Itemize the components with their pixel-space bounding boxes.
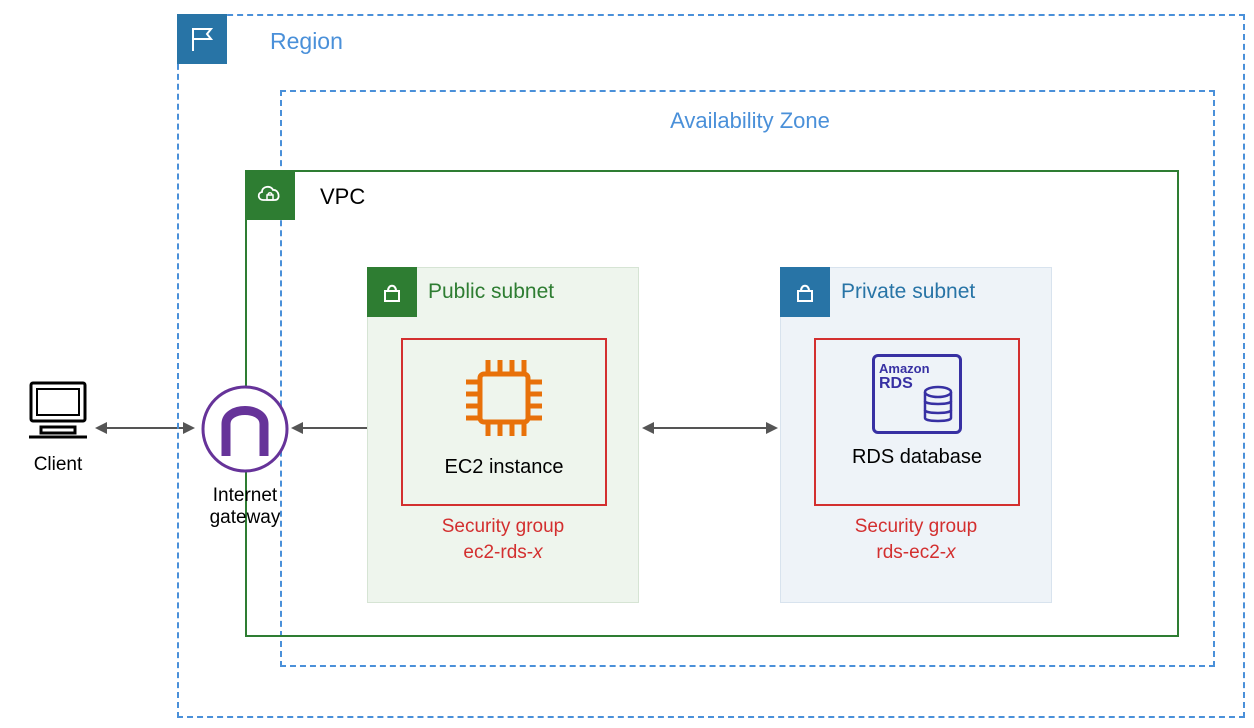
rds-text-top: Amazon xyxy=(879,362,955,375)
private-sg-suffix: x xyxy=(946,542,956,563)
vpc-icon-box xyxy=(245,170,295,220)
rds-label: RDS database xyxy=(816,446,1018,469)
vpc-label: VPC xyxy=(320,184,365,210)
private-sg-label1: Security group xyxy=(781,516,1051,538)
client-label: Client xyxy=(18,454,98,476)
az-label: Availability Zone xyxy=(600,108,900,134)
lock-icon xyxy=(379,279,405,305)
public-sg-suffix: x xyxy=(533,542,543,563)
private-sg-box: Amazon RDS RDS database xyxy=(814,338,1020,506)
public-subnet-box: Public subnet EC2 instance Security grou… xyxy=(367,267,639,603)
ec2-label: EC2 instance xyxy=(403,456,605,479)
arrow-subnets xyxy=(640,418,780,438)
desktop-icon xyxy=(23,375,93,445)
lock-icon xyxy=(792,279,818,305)
database-cylinder-icon xyxy=(921,385,955,427)
cpu-chip-icon xyxy=(456,350,552,446)
public-sg-prefix: ec2-rds- xyxy=(463,542,533,563)
public-sg-label1: Security group xyxy=(368,516,638,538)
private-sg-prefix: rds-ec2- xyxy=(876,542,946,563)
private-sg-label2: rds-ec2-x xyxy=(781,542,1051,564)
client-node: Client xyxy=(18,375,98,476)
private-subnet-icon-box xyxy=(780,267,830,317)
public-subnet-label: Public subnet xyxy=(428,280,554,304)
flag-icon xyxy=(187,24,217,54)
cloud-lock-icon xyxy=(253,178,287,212)
region-label: Region xyxy=(270,28,343,55)
igw-label2: gateway xyxy=(198,507,292,529)
private-subnet-label: Private subnet xyxy=(841,280,975,304)
region-icon-box xyxy=(177,14,227,64)
public-subnet-icon-box xyxy=(367,267,417,317)
public-sg-box: EC2 instance xyxy=(401,338,607,506)
igw-label1: Internet xyxy=(198,485,292,507)
gateway-arch-icon xyxy=(198,382,292,476)
private-subnet-box: Private subnet Amazon RDS RDS database S… xyxy=(780,267,1052,603)
igw-node: Internet gateway xyxy=(198,382,292,529)
public-sg-label2: ec2-rds-x xyxy=(368,542,638,564)
rds-icon: Amazon RDS xyxy=(872,354,962,434)
